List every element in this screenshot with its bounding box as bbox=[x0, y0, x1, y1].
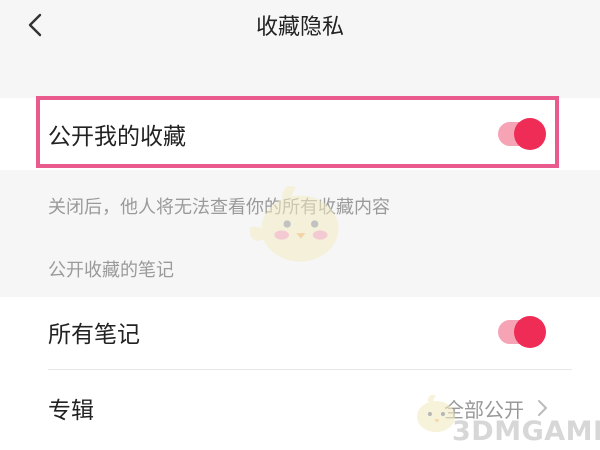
public-favorites-row[interactable]: 公开我的收藏 bbox=[0, 99, 600, 169]
watermark-text: 3DMGAME bbox=[452, 416, 600, 447]
all-notes-label: 所有笔记 bbox=[48, 322, 140, 348]
top-bar: 收藏隐私 bbox=[0, 0, 600, 52]
public-favorites-label: 公开我的收藏 bbox=[48, 124, 186, 150]
divider bbox=[48, 369, 572, 370]
albums-label: 专辑 bbox=[48, 398, 94, 424]
page-title: 收藏隐私 bbox=[255, 15, 344, 40]
hint-text: 关闭后，他人将无法查看你的所有收藏内容 bbox=[48, 197, 390, 218]
chevron-right-icon bbox=[538, 400, 547, 416]
all-notes-row[interactable]: 所有笔记 bbox=[0, 297, 600, 367]
mascot-watermark-icon bbox=[249, 185, 339, 262]
public-favorites-toggle[interactable] bbox=[498, 118, 546, 150]
public-favorites-card: 公开我的收藏 bbox=[0, 98, 600, 170]
section-title: 公开收藏的笔记 bbox=[48, 260, 174, 281]
toggle-knob bbox=[514, 118, 546, 150]
toggle-knob bbox=[514, 316, 546, 348]
all-notes-toggle[interactable] bbox=[498, 316, 546, 348]
